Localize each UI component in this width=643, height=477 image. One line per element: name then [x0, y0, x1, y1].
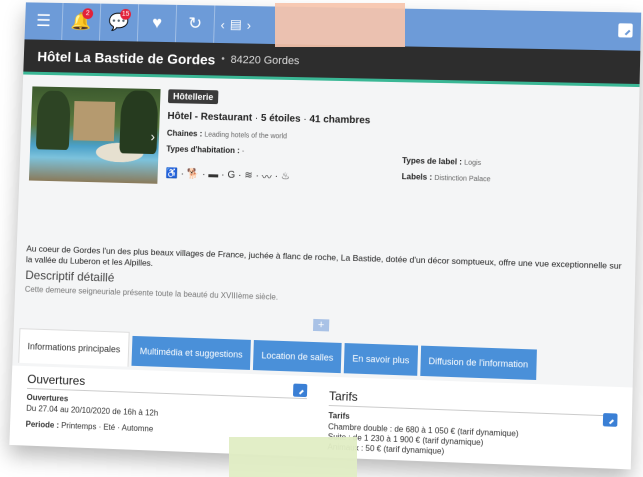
restaurant-icon: ♨ — [280, 171, 291, 183]
labels-field: Labels : Distinction Palace — [402, 172, 491, 183]
golf-icon: G — [227, 169, 236, 181]
sep: · — [201, 169, 206, 181]
record-navigator: ‹ ▤ › — [220, 16, 252, 33]
hotel-classification: Hôtel - Restaurant · 5 étoiles · 41 cham… — [167, 111, 370, 126]
hotel-photo-carousel[interactable]: › — [28, 86, 161, 184]
overlay-block-bottom — [229, 437, 357, 477]
chains-field: Chaines : Leading hotels of the world — [167, 129, 287, 141]
rates-sub-label: Tarifs — [328, 411, 350, 421]
app-window: ☰ 🔔 2 💬 15 ♥ ↻ ‹ ▤ › Hôtel La Bastide de… — [9, 2, 642, 470]
openings-period: Periode : Printemps · Eté · Automne — [26, 420, 154, 434]
sep: · — [237, 170, 242, 181]
wheelchair-icon: ♿ — [165, 168, 178, 180]
habitation-label: Types d'habitation : — [166, 144, 240, 156]
hotel-rooms: 41 chambres — [309, 114, 371, 127]
rates-subtitle: Tarifs — [328, 411, 350, 421]
messages-button[interactable]: 💬 15 — [99, 3, 140, 42]
carousel-next-icon[interactable]: › — [150, 128, 155, 144]
hotel-stars: 5 étoiles — [260, 113, 301, 125]
notifications-button[interactable]: 🔔 2 — [62, 2, 102, 41]
openings-subtitle: Ouvertures — [27, 393, 69, 403]
expand-description-button[interactable]: + — [312, 318, 330, 332]
sep: · — [180, 168, 185, 180]
title-separator: • — [221, 53, 225, 65]
sep: · — [220, 169, 225, 181]
amenities-list: ♿ · 🐕 · ▬ · G · ≋ · 〰 · ♨ — [165, 166, 290, 184]
openings-divider — [26, 387, 307, 400]
openings-section-title: Ouvertures — [27, 372, 86, 389]
photo-tree — [119, 90, 159, 155]
edit-rates-button[interactable] — [602, 413, 618, 427]
list-icon[interactable]: ▤ — [230, 17, 243, 33]
nav-next-button[interactable]: › — [247, 17, 252, 32]
notification-count-badge: 2 — [82, 8, 94, 20]
photo-tree — [35, 90, 71, 151]
habitation-field: Types d'habitation : - — [166, 144, 244, 155]
menu-icon: ☰ — [35, 11, 52, 31]
hotel-type: Hôtel - Restaurant — [167, 110, 253, 124]
tab-diffusion[interactable]: Diffusion de l'information — [419, 345, 537, 380]
heart-icon: ♥ — [151, 13, 163, 33]
overlay-block-top — [275, 3, 405, 47]
period-values: Printemps · Eté · Automne — [61, 421, 154, 434]
share-button[interactable]: ↻ — [175, 4, 216, 43]
photo-building — [73, 101, 116, 142]
chains-value: Leading hotels of the world — [204, 131, 288, 141]
parking-icon: ▬ — [208, 169, 219, 181]
category-badge: Hôtellerie — [167, 89, 219, 105]
label-types-value: Logis — [464, 159, 482, 168]
share-icon: ↻ — [187, 13, 203, 33]
labels-value: Distinction Palace — [434, 174, 491, 184]
favorites-button[interactable]: ♥ — [137, 4, 178, 43]
pool-icon: 〰 — [261, 172, 272, 184]
page-subtitle-location: 84220 Gordes — [230, 53, 300, 67]
openings-dates: Du 27.04 au 20/10/2020 de 16h à 12h — [26, 403, 159, 418]
menu-button[interactable]: ☰ — [24, 2, 64, 41]
tab-en-savoir-plus[interactable]: En savoir plus — [343, 343, 418, 376]
openings-sub-label: Ouvertures — [26, 392, 69, 404]
habitation-value: - — [241, 148, 245, 156]
pet-icon: 🐕 — [186, 168, 200, 180]
rates-divider — [328, 404, 618, 417]
tab-location-salles[interactable]: Location de salles — [253, 340, 342, 374]
period-label: Periode : — [25, 419, 60, 430]
wifi-icon: ≋ — [244, 170, 253, 182]
label-types-field: Types de label : Logis — [402, 156, 481, 167]
tab-informations-principales[interactable]: Informations principales — [18, 328, 130, 367]
hotel-summary: › Hôtellerie Hôtel - Restaurant · 5 étoi… — [27, 84, 629, 256]
edit-openings-button[interactable] — [292, 383, 308, 398]
label-types-label: Types de label : — [402, 156, 463, 167]
tab-multimedia[interactable]: Multimédia et suggestions — [131, 335, 252, 370]
nav-prev-button[interactable]: ‹ — [220, 17, 225, 32]
chains-label: Chaines : — [166, 128, 203, 139]
page-title: Hôtel La Bastide de Gordes — [37, 47, 216, 68]
rates-section-title: Tarifs — [328, 388, 359, 405]
labels-label: Labels : — [401, 172, 433, 182]
sep: · — [255, 170, 260, 182]
sep: · — [274, 170, 279, 182]
edit-icon[interactable] — [618, 23, 633, 38]
